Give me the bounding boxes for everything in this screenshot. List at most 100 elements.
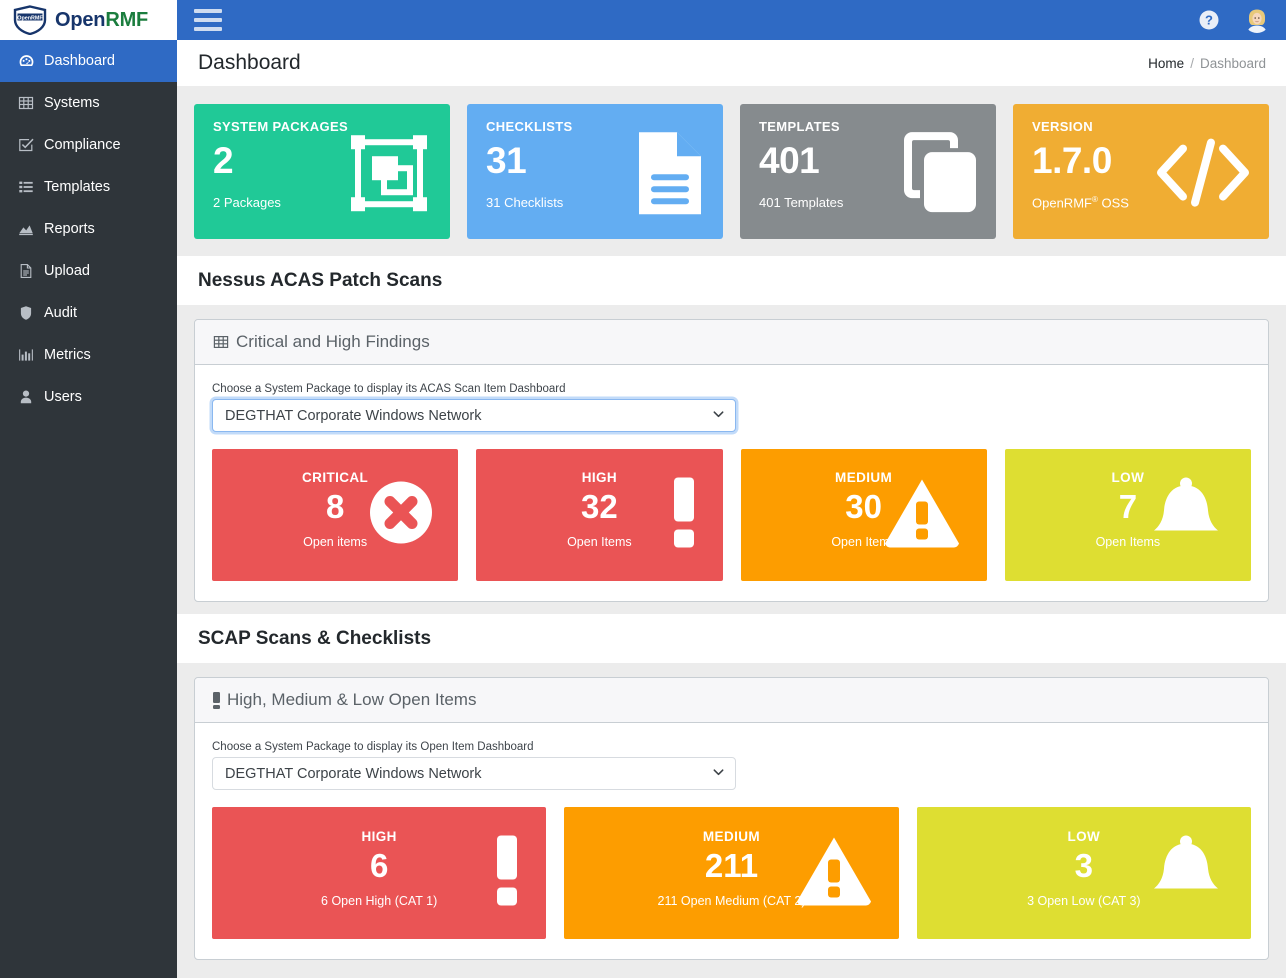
sidebar-link-users[interactable]: Users bbox=[0, 376, 177, 418]
acas-select-label: Choose a System Package to display its A… bbox=[212, 383, 566, 395]
section-heading: SCAP Scans & Checklists bbox=[198, 628, 432, 649]
help-circle-icon[interactable]: ? bbox=[1198, 9, 1220, 31]
main-area: ? Dashboard Home / Dashboard SYSTEM PACK… bbox=[177, 0, 1286, 978]
panel-wrap-scap: High, Medium & Low Open Items Choose a S… bbox=[177, 663, 1286, 960]
person-icon bbox=[18, 389, 44, 405]
severity-card-title: CRITICAL bbox=[302, 470, 369, 485]
sidebar-link-compliance[interactable]: Compliance bbox=[0, 124, 177, 166]
breadcrumb-current: Dashboard bbox=[1199, 55, 1266, 71]
sidebar-item-label: Systems bbox=[44, 95, 100, 111]
page-title: Dashboard bbox=[198, 51, 301, 74]
avatar[interactable] bbox=[1244, 7, 1270, 33]
severity-card-medium[interactable]: MEDIUM 211 211 Open Medium (CAT 2) bbox=[564, 807, 899, 939]
warning-triangle-icon bbox=[883, 478, 961, 553]
sidebar-item-label: Compliance bbox=[44, 137, 121, 153]
svg-text:OpenRMF: OpenRMF bbox=[17, 15, 43, 21]
stat-card-system-packages[interactable]: SYSTEM PACKAGES 2 2 Packages bbox=[194, 104, 450, 239]
sidebar-link-reports[interactable]: Reports bbox=[0, 208, 177, 250]
severity-card-low[interactable]: LOW 3 3 Open Low (CAT 3) bbox=[916, 807, 1251, 939]
sidebar-link-systems[interactable]: Systems bbox=[0, 82, 177, 124]
table-grid-icon bbox=[213, 334, 229, 350]
breadcrumb-separator: / bbox=[1190, 55, 1194, 71]
hamburger-icon[interactable] bbox=[194, 9, 222, 31]
brand-logo-area[interactable]: OpenRMF OpenRMF bbox=[0, 0, 177, 40]
sidebar-link-upload[interactable]: Upload bbox=[0, 250, 177, 292]
acas-select-value: DEGTHAT Corporate Windows Network bbox=[225, 407, 482, 424]
severity-card-low[interactable]: LOW 7 Open Items bbox=[1004, 449, 1251, 581]
sidebar: OpenRMF OpenRMF Dashboard Systems Compli… bbox=[0, 0, 177, 978]
stat-cards-row: SYSTEM PACKAGES 2 2 Packages CHECKLISTS … bbox=[194, 104, 1269, 239]
stat-card-title: VERSION bbox=[1032, 119, 1093, 134]
brand-title: OpenRMF bbox=[55, 9, 148, 32]
exclamation-icon bbox=[494, 835, 520, 911]
svg-text:?: ? bbox=[1205, 13, 1213, 28]
sidebar-item-label: Dashboard bbox=[44, 53, 115, 69]
code-icon bbox=[1153, 136, 1253, 213]
warning-triangle-icon bbox=[795, 836, 873, 911]
app-root: OpenRMF OpenRMF Dashboard Systems Compli… bbox=[0, 0, 1286, 978]
breadcrumb-home[interactable]: Home bbox=[1148, 56, 1184, 71]
panel-header: Critical and High Findings bbox=[195, 320, 1268, 365]
chevron-down-icon bbox=[712, 765, 725, 782]
severity-card-critical[interactable]: CRITICAL 8 Open items bbox=[212, 449, 459, 581]
sidebar-item-label: Templates bbox=[44, 179, 111, 195]
sidebar-item-systems[interactable]: Systems bbox=[0, 82, 177, 124]
chevron-down-icon bbox=[712, 407, 725, 424]
page-header: Dashboard Home / Dashboard bbox=[177, 40, 1286, 86]
sidebar-item-templates[interactable]: Templates bbox=[0, 166, 177, 208]
section-title-scap: SCAP Scans & Checklists bbox=[177, 614, 1286, 663]
scap-severity-cards: HIGH 6 6 Open High (CAT 1) MEDIUM 211 21… bbox=[212, 807, 1251, 939]
stat-card-sub-text: OpenRMF bbox=[1032, 195, 1092, 211]
sidebar-item-reports[interactable]: Reports bbox=[0, 208, 177, 250]
sidebar-item-audit[interactable]: Audit bbox=[0, 292, 177, 334]
sidebar-link-audit[interactable]: Audit bbox=[0, 292, 177, 334]
severity-card-medium[interactable]: MEDIUM 30 Open Items bbox=[740, 449, 987, 581]
document-lines-icon bbox=[633, 128, 707, 223]
sidebar-item-compliance[interactable]: Compliance bbox=[0, 124, 177, 166]
x-circle-icon bbox=[370, 481, 433, 549]
list-icon bbox=[18, 179, 44, 195]
scap-select-label: Choose a System Package to display its O… bbox=[212, 741, 534, 753]
sidebar-item-label: Reports bbox=[44, 221, 95, 237]
grid-icon bbox=[18, 95, 44, 111]
packages-icon bbox=[344, 129, 434, 222]
sidebar-item-users[interactable]: Users bbox=[0, 376, 177, 418]
panel-header: High, Medium & Low Open Items bbox=[195, 678, 1268, 723]
speedometer-icon bbox=[18, 53, 44, 70]
acas-severity-cards: CRITICAL 8 Open items HIGH 32 Open Items… bbox=[212, 449, 1251, 581]
sidebar-item-label: Users bbox=[44, 389, 82, 405]
sidebar-link-templates[interactable]: Templates bbox=[0, 166, 177, 208]
panel-wrap-acas: Critical and High Findings Choose a Syst… bbox=[177, 305, 1286, 602]
sidebar-item-label: Metrics bbox=[44, 347, 91, 363]
acas-system-package-select[interactable]: DEGTHAT Corporate Windows Network bbox=[212, 399, 736, 432]
section-gap-1 bbox=[177, 602, 1286, 614]
brand-title-part2: RMF bbox=[105, 8, 149, 31]
stat-card-checklists[interactable]: CHECKLISTS 31 31 Checklists bbox=[467, 104, 723, 239]
sidebar-item-metrics[interactable]: Metrics bbox=[0, 334, 177, 376]
scap-system-package-select[interactable]: DEGTHAT Corporate Windows Network bbox=[212, 757, 736, 790]
top-navbar: ? bbox=[177, 0, 1286, 40]
sidebar-item-dashboard[interactable]: Dashboard bbox=[0, 40, 177, 82]
exclamation-icon bbox=[213, 691, 220, 709]
severity-card-high[interactable]: HIGH 6 6 Open High (CAT 1) bbox=[212, 807, 547, 939]
section-title-acas: Nessus ACAS Patch Scans bbox=[177, 256, 1286, 305]
copy-icon bbox=[898, 130, 980, 221]
panel-open-items: High, Medium & Low Open Items Choose a S… bbox=[194, 677, 1269, 960]
shield-icon bbox=[18, 305, 44, 321]
panel-critical-high-findings: Critical and High Findings Choose a Syst… bbox=[194, 319, 1269, 602]
sidebar-link-dashboard[interactable]: Dashboard bbox=[0, 40, 177, 82]
document-icon bbox=[18, 263, 44, 279]
bar-chart-icon bbox=[18, 347, 44, 363]
panel-body: Choose a System Package to display its A… bbox=[195, 365, 1268, 601]
panel-title: Critical and High Findings bbox=[236, 332, 430, 351]
bell-icon bbox=[1147, 477, 1225, 554]
openrmf-shield-icon: OpenRMF bbox=[12, 5, 48, 36]
breadcrumb: Home / Dashboard bbox=[1148, 56, 1266, 71]
stat-card-version[interactable]: VERSION 1.7.0 OpenRMF® OSS bbox=[1013, 104, 1269, 239]
stat-card-templates[interactable]: TEMPLATES 401 401 Templates bbox=[740, 104, 996, 239]
severity-card-high[interactable]: HIGH 32 Open Items bbox=[476, 449, 723, 581]
sidebar-link-metrics[interactable]: Metrics bbox=[0, 334, 177, 376]
sidebar-item-upload[interactable]: Upload bbox=[0, 250, 177, 292]
stat-cards-band: SYSTEM PACKAGES 2 2 Packages CHECKLISTS … bbox=[177, 86, 1286, 256]
brand-title-part1: Open bbox=[55, 8, 106, 31]
